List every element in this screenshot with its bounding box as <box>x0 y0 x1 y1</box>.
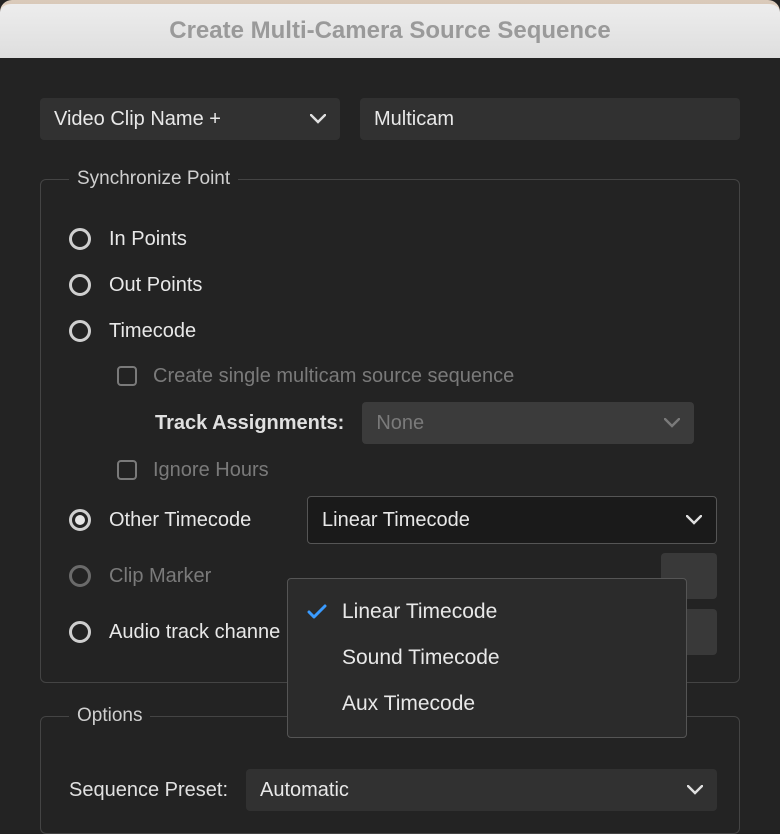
label-sequence-preset: Sequence Preset: <box>69 779 228 802</box>
options-legend: Options <box>69 705 150 727</box>
checkbox-create-single[interactable] <box>117 366 137 386</box>
track-assignments-value: None <box>376 412 424 435</box>
sync-legend: Synchronize Point <box>69 168 238 190</box>
check-spacer <box>306 693 328 715</box>
radio-audio-track[interactable] <box>69 621 91 643</box>
track-assignments-dropdown: None <box>362 402 694 444</box>
check-icon <box>306 601 328 623</box>
checkbox-ignore-hours[interactable] <box>117 460 137 480</box>
label-ignore-hours: Ignore Hours <box>153 459 269 482</box>
label-create-single: Create single multicam source sequence <box>153 365 514 388</box>
menu-item-aux-timecode[interactable]: Aux Timecode <box>288 681 686 727</box>
radio-other-timecode[interactable] <box>69 509 91 531</box>
menu-item-linear-timecode[interactable]: Linear Timecode <box>288 589 686 635</box>
menu-item-label: Linear Timecode <box>342 600 497 624</box>
chevron-down-icon <box>310 111 326 127</box>
other-timecode-menu[interactable]: Linear Timecode Sound Timecode Aux Timec… <box>287 578 687 738</box>
radio-row-in-points[interactable]: In Points <box>69 216 717 262</box>
name-prefix-label: Video Clip Name + <box>54 108 221 131</box>
row-track-assignments: Track Assignments: None <box>117 398 717 448</box>
chevron-down-icon <box>687 782 703 798</box>
menu-item-sound-timecode[interactable]: Sound Timecode <box>288 635 686 681</box>
chevron-down-icon <box>686 512 702 528</box>
label-track-assignments: Track Assignments: <box>155 412 344 435</box>
radio-label-audio-track: Audio track channe <box>109 621 280 644</box>
dialog-title: Create Multi-Camera Source Sequence <box>0 0 780 58</box>
radio-out-points[interactable] <box>69 274 91 296</box>
name-row: Video Clip Name + <box>40 98 740 140</box>
radio-row-other-timecode[interactable]: Other Timecode Linear Timecode <box>69 492 717 548</box>
radio-label-in-points: In Points <box>109 228 187 251</box>
chevron-down-icon <box>664 415 680 431</box>
radio-in-points[interactable] <box>69 228 91 250</box>
other-timecode-value: Linear Timecode <box>322 509 470 532</box>
radio-row-out-points[interactable]: Out Points <box>69 262 717 308</box>
name-prefix-dropdown[interactable]: Video Clip Name + <box>40 98 340 140</box>
other-timecode-dropdown[interactable]: Linear Timecode <box>307 496 717 544</box>
radio-timecode[interactable] <box>69 320 91 342</box>
radio-label-timecode: Timecode <box>109 320 196 343</box>
sequence-name-input[interactable] <box>360 98 740 140</box>
row-create-single[interactable]: Create single multicam source sequence <box>117 354 717 398</box>
row-sequence-preset: Sequence Preset: Automatic <box>69 753 717 811</box>
radio-label-out-points: Out Points <box>109 274 202 297</box>
timecode-sub-options: Create single multicam source sequence T… <box>69 354 717 492</box>
radio-label-clip-marker: Clip Marker <box>109 565 211 588</box>
sequence-preset-value: Automatic <box>260 779 349 802</box>
radio-clip-marker <box>69 565 91 587</box>
row-ignore-hours[interactable]: Ignore Hours <box>117 448 717 492</box>
menu-item-label: Sound Timecode <box>342 646 500 670</box>
radio-label-other-timecode: Other Timecode <box>109 509 251 532</box>
check-spacer <box>306 647 328 669</box>
menu-item-label: Aux Timecode <box>342 692 475 716</box>
radio-row-timecode[interactable]: Timecode <box>69 308 717 354</box>
sequence-preset-dropdown[interactable]: Automatic <box>246 769 717 811</box>
